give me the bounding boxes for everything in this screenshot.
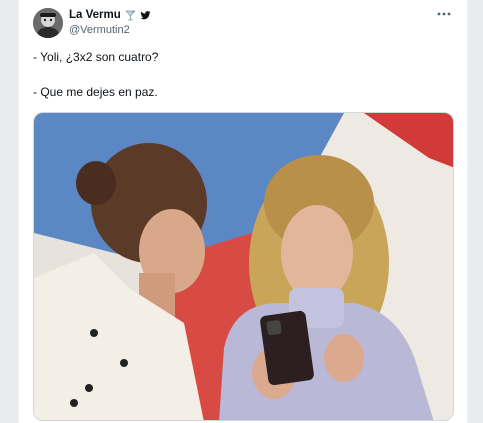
tweet-text: - Yoli, ¿3x2 son cuatro? - Que me dejes … <box>33 49 158 100</box>
photo-illustration <box>34 113 453 420</box>
tweet-media-photo[interactable] <box>33 112 454 421</box>
handle[interactable]: @Vermutin2 <box>69 24 130 36</box>
tweet-card[interactable]: La Vermu @Vermutin2 - Yoli, ¿3x2 son cua… <box>18 0 468 423</box>
bird-icon <box>140 10 151 21</box>
tweet-text-line-2: - Que me dejes en paz. <box>33 85 158 99</box>
more-options-icon[interactable] <box>435 8 453 20</box>
avatar-image <box>33 8 63 38</box>
tweet-text-line-1: - Yoli, ¿3x2 son cuatro? <box>33 50 159 64</box>
author-row: La Vermu <box>69 9 151 21</box>
cocktail-glass-icon <box>125 10 136 21</box>
avatar[interactable] <box>33 8 63 38</box>
display-name[interactable]: La Vermu <box>69 9 121 21</box>
